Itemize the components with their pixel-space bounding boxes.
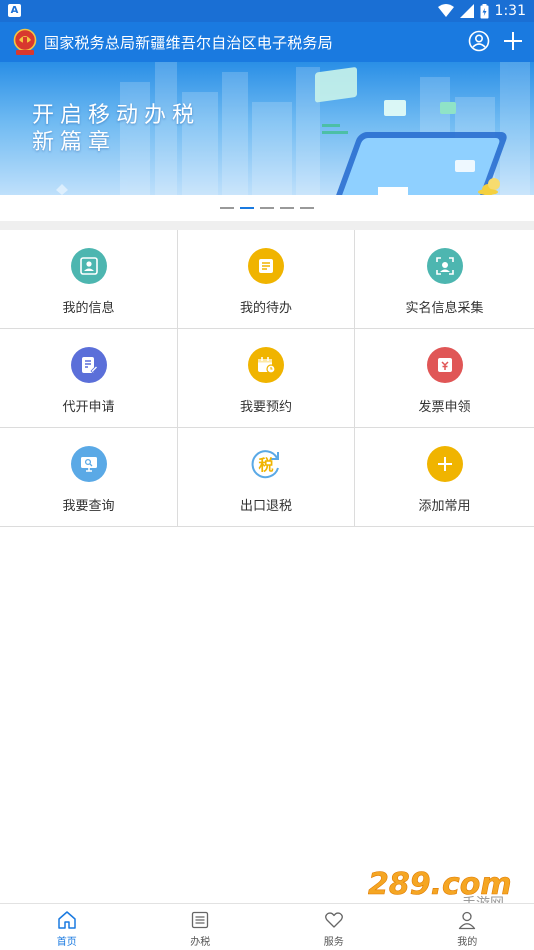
grid-item-label: 出口退税 [239,499,292,514]
signal-icon [459,4,474,18]
tax-glyph: 税 [258,456,273,474]
user-circle-icon[interactable] [468,30,490,52]
app-header: 国家税务总局新疆维吾尔自治区电子税务局 [0,22,534,62]
app-title: 国家税务总局新疆维吾尔自治区电子税务局 [44,33,333,52]
bottom-tab-bar: 首页 办税 服务 我的 [0,903,534,950]
grid-item-label: 我要查询 [62,499,115,514]
battery-icon [480,3,489,18]
banner-line-2: 新篇章 [32,130,117,155]
face-scan-icon [426,248,463,284]
grid-item-export-refund[interactable]: 税 出口退税 [178,428,355,527]
tab-service[interactable]: 服务 [267,904,401,950]
grid-item-label: 实名信息采集 [405,301,484,316]
grid-item-add-common[interactable]: 添加常用 [355,428,534,527]
grid-item-label: 我要预约 [239,400,292,415]
function-grid: 我的信息 我的待办 实名信息采集 代开申请 我要预约 发票申领 我要查询 税 出… [0,230,534,527]
todo-list-icon [248,248,284,284]
document-edit-icon [70,347,107,383]
grid-item-label: 我的信息 [62,301,115,316]
sim-notification-icon: A [8,4,21,17]
pager-dot[interactable] [280,207,294,209]
grid-item-my-info[interactable]: 我的信息 [0,230,178,329]
tax-emblem-icon [13,28,37,55]
grid-item-query[interactable]: 我要查询 [0,428,178,527]
person-icon [459,911,476,930]
grid-item-label: 发票申领 [418,400,471,415]
tab-tax[interactable]: 办税 [134,904,268,950]
tab-label: 办税 [190,937,211,948]
promo-banner[interactable]: 开启移动办税 新篇章 [0,62,534,195]
grid-item-appointment[interactable]: 我要预约 [178,329,355,428]
user-card-icon [70,248,107,284]
banner-line-1: 开启移动办税 [32,103,201,128]
home-icon [58,911,76,929]
tax-refund-icon: 税 [248,446,284,482]
clock: 1:31 [494,3,526,19]
add-icon [426,446,463,482]
tab-label: 服务 [323,937,344,948]
grid-item-label: 我的待办 [239,301,292,316]
tab-mine[interactable]: 我的 [401,904,534,950]
grid-item-issue-apply[interactable]: 代开申请 [0,329,178,428]
invoice-icon [426,347,463,383]
tab-label: 我的 [457,937,478,948]
banner-pager [0,195,534,221]
list-icon [192,911,209,929]
status-bar: A 1:31 [0,0,534,22]
calendar-clock-icon [248,347,284,383]
heart-icon [324,912,343,928]
monitor-search-icon [70,446,107,482]
pager-dot-active[interactable] [240,207,254,209]
grid-item-real-name[interactable]: 实名信息采集 [355,230,534,329]
plus-icon[interactable] [502,30,524,52]
pager-dot[interactable] [300,207,314,209]
grid-item-invoice[interactable]: 发票申领 [355,329,534,428]
grid-item-my-todo[interactable]: 我的待办 [178,230,355,329]
grid-item-label: 代开申请 [62,400,115,415]
wifi-icon [437,4,454,17]
pager-dot[interactable] [260,207,274,209]
pager-dot[interactable] [220,207,234,209]
section-divider [0,221,534,230]
tab-home[interactable]: 首页 [0,904,134,950]
tab-label: 首页 [56,937,77,948]
banner-slogan: 开启移动办税 新篇章 [32,102,200,156]
grid-item-label: 添加常用 [418,499,471,514]
